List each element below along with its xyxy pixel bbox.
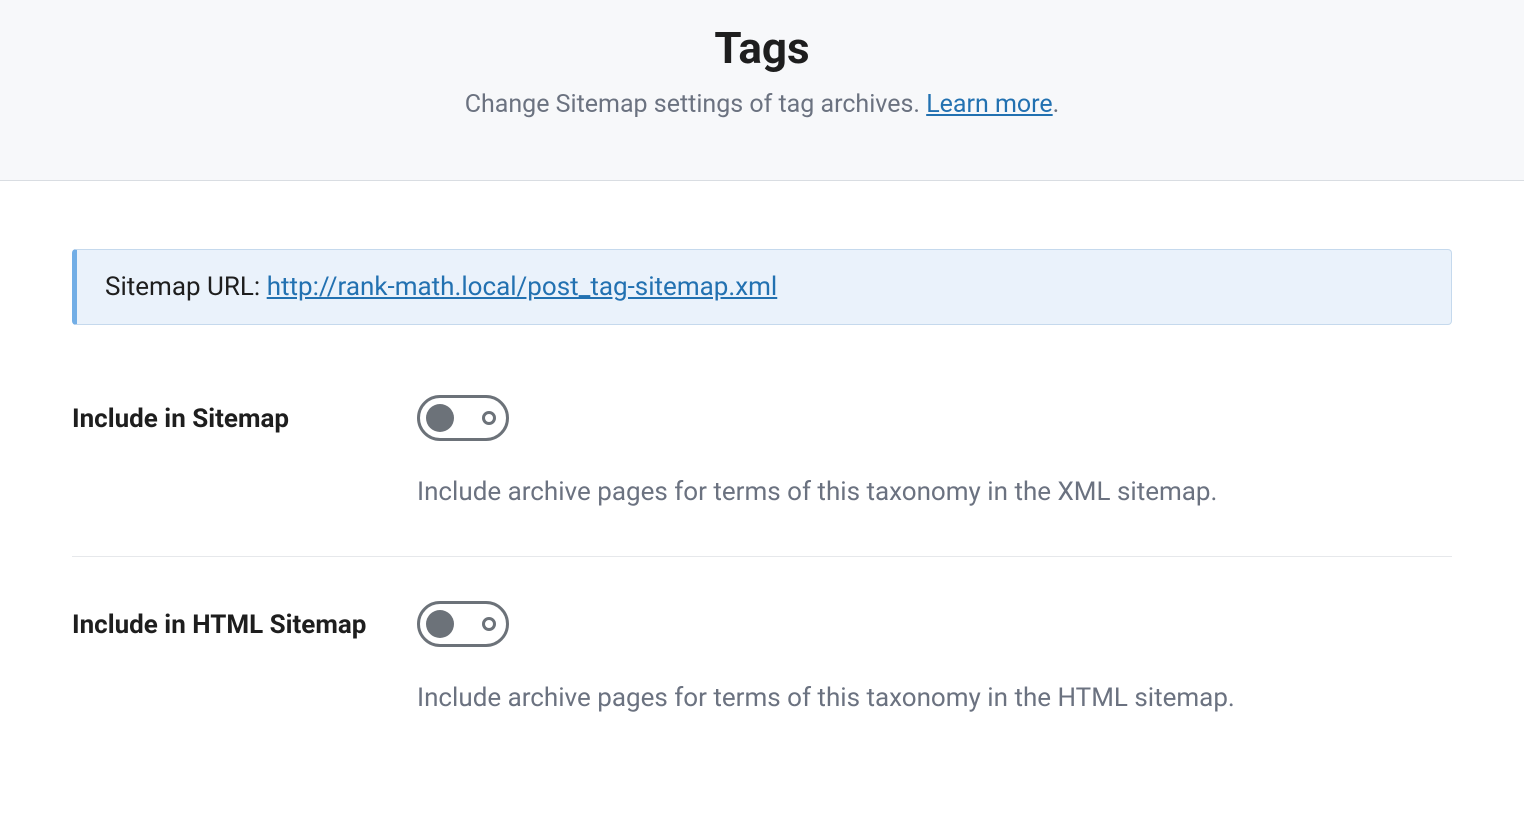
setting-label: Include in HTML Sitemap <box>72 601 417 643</box>
setting-description: Include archive pages for terms of this … <box>417 679 1452 718</box>
content-area: Sitemap URL: http://rank-math.local/post… <box>32 181 1492 802</box>
page-subtitle: Change Sitemap settings of tag archives.… <box>256 86 1268 124</box>
setting-body: Include archive pages for terms of this … <box>417 601 1452 718</box>
subtitle-text: Change Sitemap settings of tag archives. <box>465 90 926 119</box>
header-inner: Tags Change Sitemap settings of tag arch… <box>232 24 1292 124</box>
toggle-include-in-html-sitemap[interactable] <box>417 601 509 647</box>
setting-row-include-in-html-sitemap: Include in HTML Sitemap Include archive … <box>72 601 1452 762</box>
setting-body: Include archive pages for terms of this … <box>417 395 1452 512</box>
page-title: Tags <box>256 24 1268 72</box>
toggle-knob-icon <box>426 404 454 432</box>
learn-more-link[interactable]: Learn more <box>926 90 1052 119</box>
sitemap-url-link[interactable]: http://rank-math.local/post_tag-sitemap.… <box>267 272 778 302</box>
sitemap-url-notice: Sitemap URL: http://rank-math.local/post… <box>72 249 1452 325</box>
setting-row-include-in-sitemap: Include in Sitemap Include archive pages… <box>72 395 1452 557</box>
toggle-off-indicator-icon <box>482 411 496 425</box>
toggle-include-in-sitemap[interactable] <box>417 395 509 441</box>
sitemap-url-label: Sitemap URL: <box>105 272 267 302</box>
setting-label: Include in Sitemap <box>72 395 417 437</box>
setting-description: Include archive pages for terms of this … <box>417 473 1452 512</box>
toggle-off-indicator-icon <box>482 617 496 631</box>
header-band: Tags Change Sitemap settings of tag arch… <box>0 0 1524 181</box>
subtitle-after: . <box>1053 90 1060 119</box>
toggle-knob-icon <box>426 610 454 638</box>
